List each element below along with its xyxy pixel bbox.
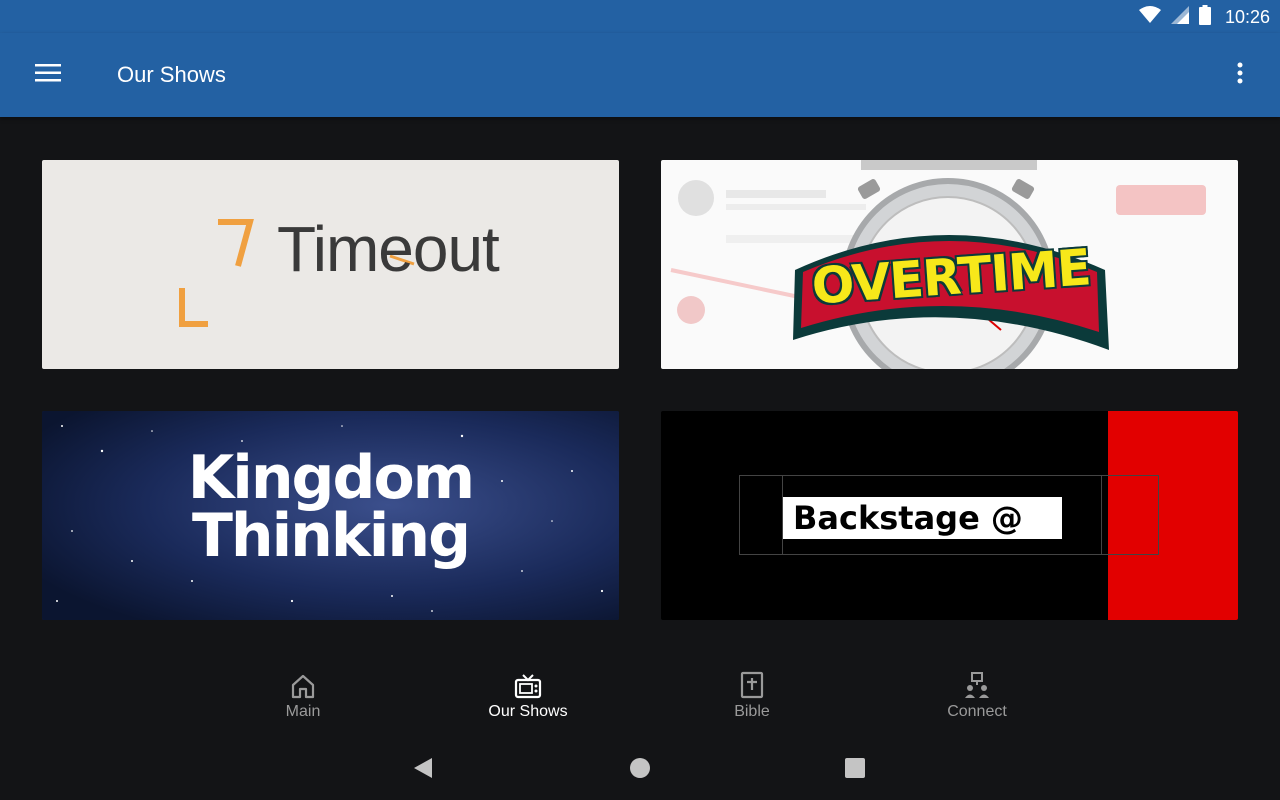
connect-icon — [963, 665, 991, 699]
wifi-icon — [1138, 5, 1161, 29]
show-title-timeout: Timeout — [277, 213, 500, 285]
nav-label-our-shows: Our Shows — [488, 703, 568, 720]
more-vertical-icon — [1237, 62, 1243, 89]
title-line-1: Kingdom — [187, 443, 475, 513]
more-options-button[interactable] — [1220, 55, 1260, 95]
app-bar: Our Shows — [0, 33, 1280, 117]
page-title: Our Shows — [117, 62, 226, 87]
back-icon — [412, 756, 434, 785]
nav-item-bible[interactable]: Bible — [677, 665, 827, 735]
status-icons: 10:26 — [1138, 4, 1270, 30]
nav-item-main[interactable]: Main — [228, 665, 378, 735]
status-bar: 10:26 — [0, 0, 1280, 33]
status-time: 10:26 — [1224, 6, 1270, 27]
recents-button[interactable] — [840, 755, 870, 785]
frame-divider-right — [1101, 475, 1102, 555]
bottom-navigation: Main Our Shows Bible Connect — [0, 665, 1280, 735]
system-navigation-bar — [0, 740, 1280, 800]
menu-button[interactable] — [26, 55, 70, 95]
show-title-kingdom-thinking: Kingdom Thinking — [42, 443, 619, 571]
signal-icon — [1170, 5, 1189, 29]
show-card-kingdom-thinking[interactable]: Kingdom Thinking — [42, 411, 619, 620]
show-title-backstage: Backstage @ — [783, 497, 1062, 539]
bible-icon — [740, 665, 764, 699]
show-card-overtime[interactable]: OVERTIME — [661, 160, 1238, 369]
nav-label-main: Main — [285, 703, 321, 720]
show-card-timeout[interactable]: Timeout — [42, 160, 619, 369]
show-card-backstage[interactable]: Backstage @ — [661, 411, 1238, 620]
nav-label-bible: Bible — [734, 703, 770, 720]
recents-icon — [844, 757, 866, 784]
nav-label-connect: Connect — [947, 703, 1007, 720]
title-line-2: Thinking — [191, 501, 471, 571]
battery-icon — [1198, 4, 1211, 30]
home-icon — [290, 665, 316, 699]
nav-item-our-shows[interactable]: Our Shows — [453, 665, 603, 735]
home-button[interactable] — [625, 755, 655, 785]
home-circle-icon — [629, 757, 651, 784]
back-button[interactable] — [408, 755, 438, 785]
tv-icon — [514, 665, 542, 699]
nav-item-connect[interactable]: Connect — [902, 665, 1052, 735]
hamburger-menu-icon — [35, 63, 61, 87]
